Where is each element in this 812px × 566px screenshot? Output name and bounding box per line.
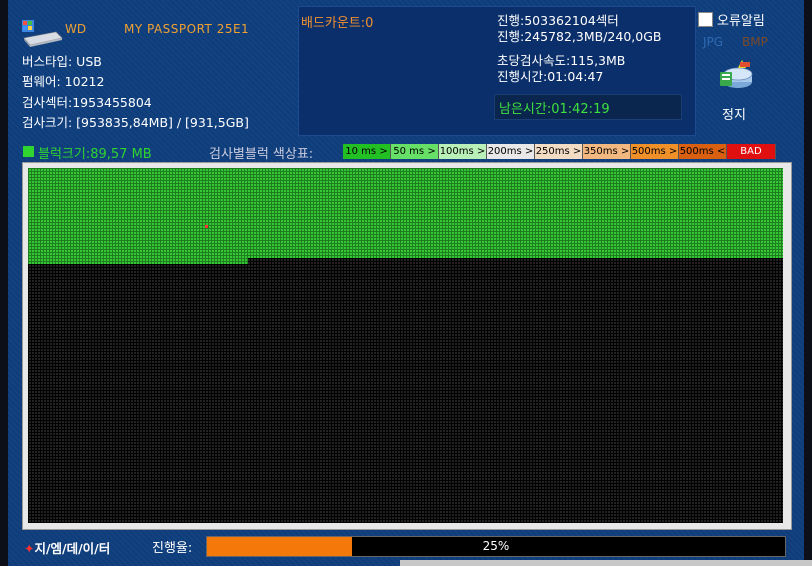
legend-item: 250ms > [535,144,583,159]
bad-count: 배드카운트:0 [301,16,374,31]
legend-item: 350ms > [583,144,631,159]
block-size: 블럭크기:89,57 MB [38,147,152,162]
elapsed-time: 진행시간:01:04:47 [497,69,604,84]
scan-speed: 초당검사속도:115,3MB [497,53,626,68]
legend-item: 10 ms > [343,144,391,159]
legend-item: 100ms > [439,144,487,159]
hard-drive-icon [22,20,63,47]
scan-sectors: 검사섹터:1953455804 [22,95,152,110]
legend-title: 검사별블럭 색상표: [209,147,314,162]
bmp-option[interactable]: BMP [742,35,768,49]
drive-model: MY PASSPORT 25E1 [124,22,250,36]
block-map-scanned-tail [28,258,248,264]
error-alarm-checkbox[interactable] [698,12,713,27]
scan-size: 검사크기: [953835,84MB] / [931,5GB] [22,115,249,130]
legend-item: 50 ms > [391,144,439,159]
stop-icon[interactable] [716,58,756,98]
firmware: 펌웨어: 10212 [22,74,105,89]
logo-mark: ✦ [24,541,35,556]
block-size-swatch [23,146,34,157]
block-marker [205,225,208,228]
error-alarm-label[interactable]: 오류알림 [717,10,765,29]
taskbar-strip [400,560,812,566]
logo-text: 지/엠/데/이/터 [34,541,111,556]
block-map-scanned [28,168,783,258]
legend-item: 500ms > [631,144,679,159]
legend-item: BAD [727,144,776,159]
progress-bytes: 진행:245782,3MB/240,0GB [497,29,662,44]
drive-brand: WD [65,22,87,36]
color-legend: 10 ms >50 ms >100ms >200ms >250ms >350ms… [343,144,776,159]
jpg-option[interactable]: JPG [703,35,723,49]
legend-item: 200ms > [487,144,535,159]
stop-button[interactable]: 정지 [722,104,746,123]
bus-type: 버스타입: USB [22,54,102,69]
remaining-time: 남은시간:01:42:19 [499,102,610,117]
progress-bar: 25% [206,536,786,557]
progress-label: 진행율: [152,541,193,556]
legend-item: 500ms < [679,144,727,159]
app-logo: ✦지/엠/데/이/터 [24,538,110,557]
progress-sectors: 진행:503362104섹터 [497,13,619,28]
progress-text: 25% [482,539,510,553]
